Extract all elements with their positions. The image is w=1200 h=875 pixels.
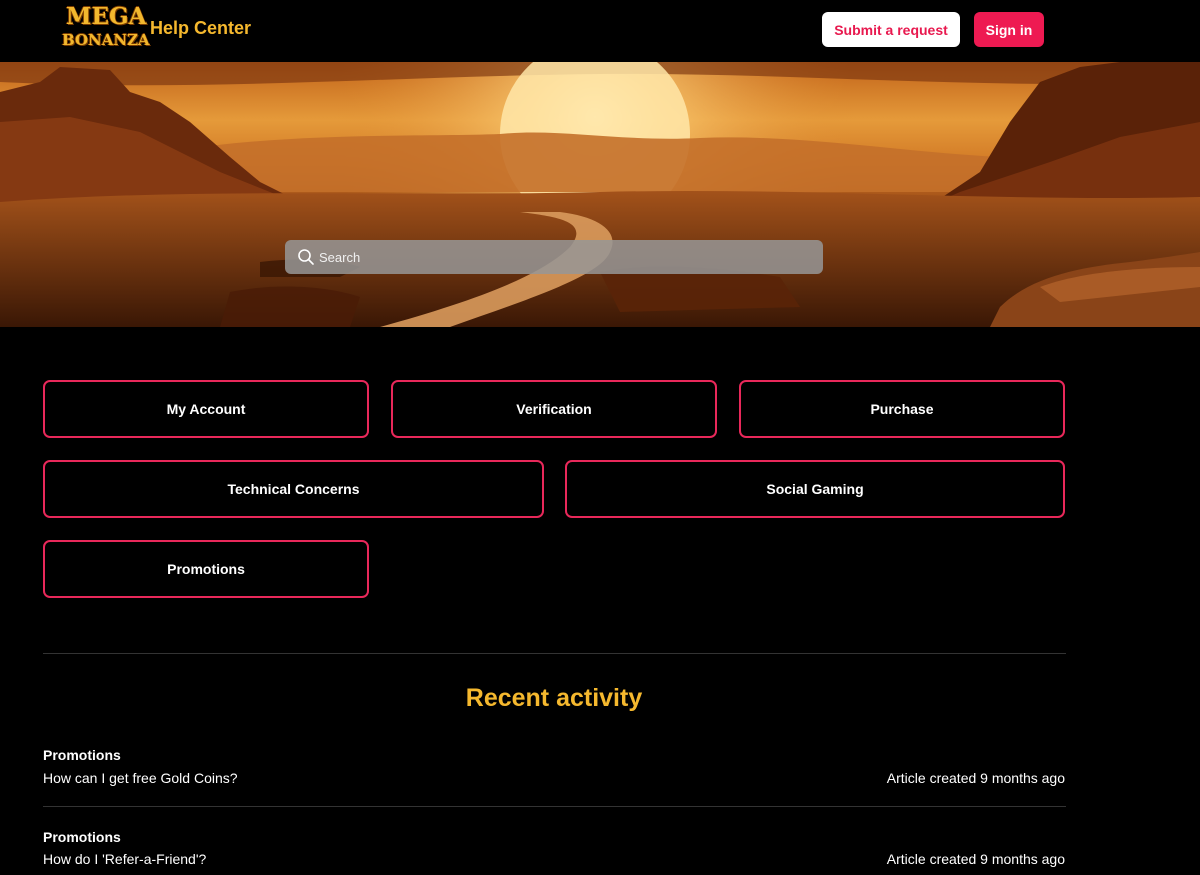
recent-activity-title: Recent activity	[465, 684, 643, 712]
activity-article-link[interactable]: How can I get free Gold Coins?	[43, 770, 238, 786]
search-icon	[298, 249, 314, 265]
desert-sunset-illustration	[0, 62, 1200, 327]
activity-divider	[43, 806, 1066, 807]
logo-text-top: MEGA	[66, 3, 147, 30]
activity-meta: Article created 9 months ago	[886, 851, 1065, 867]
category-promotions[interactable]: Promotions	[43, 540, 369, 598]
activity-meta: Article created 9 months ago	[886, 770, 1065, 786]
logo-text-bottom: BONANZA	[62, 31, 150, 49]
activity-article-link[interactable]: How do I 'Refer-a-Friend'?	[43, 851, 206, 867]
category-my-account[interactable]: My Account	[43, 380, 369, 438]
activity-category-link[interactable]: Promotions	[43, 747, 121, 763]
category-verification[interactable]: Verification	[391, 380, 717, 438]
site-header: MEGA BONANZA Help Center Submit a reques…	[0, 0, 1200, 62]
hero-banner	[0, 62, 1200, 327]
submit-request-button[interactable]: Submit a request	[822, 12, 960, 47]
search-bar[interactable]	[285, 240, 823, 274]
activity-category-link[interactable]: Promotions	[43, 829, 121, 845]
category-social-gaming[interactable]: Social Gaming	[565, 460, 1065, 518]
mega-bonanza-logo[interactable]: MEGA BONANZA	[62, 3, 150, 55]
category-technical-concerns[interactable]: Technical Concerns	[43, 460, 544, 518]
help-center-title[interactable]: Help Center	[150, 18, 251, 39]
category-purchase[interactable]: Purchase	[739, 380, 1065, 438]
sign-in-button[interactable]: Sign in	[974, 12, 1044, 47]
search-input[interactable]	[319, 240, 809, 274]
section-divider	[43, 653, 1066, 654]
